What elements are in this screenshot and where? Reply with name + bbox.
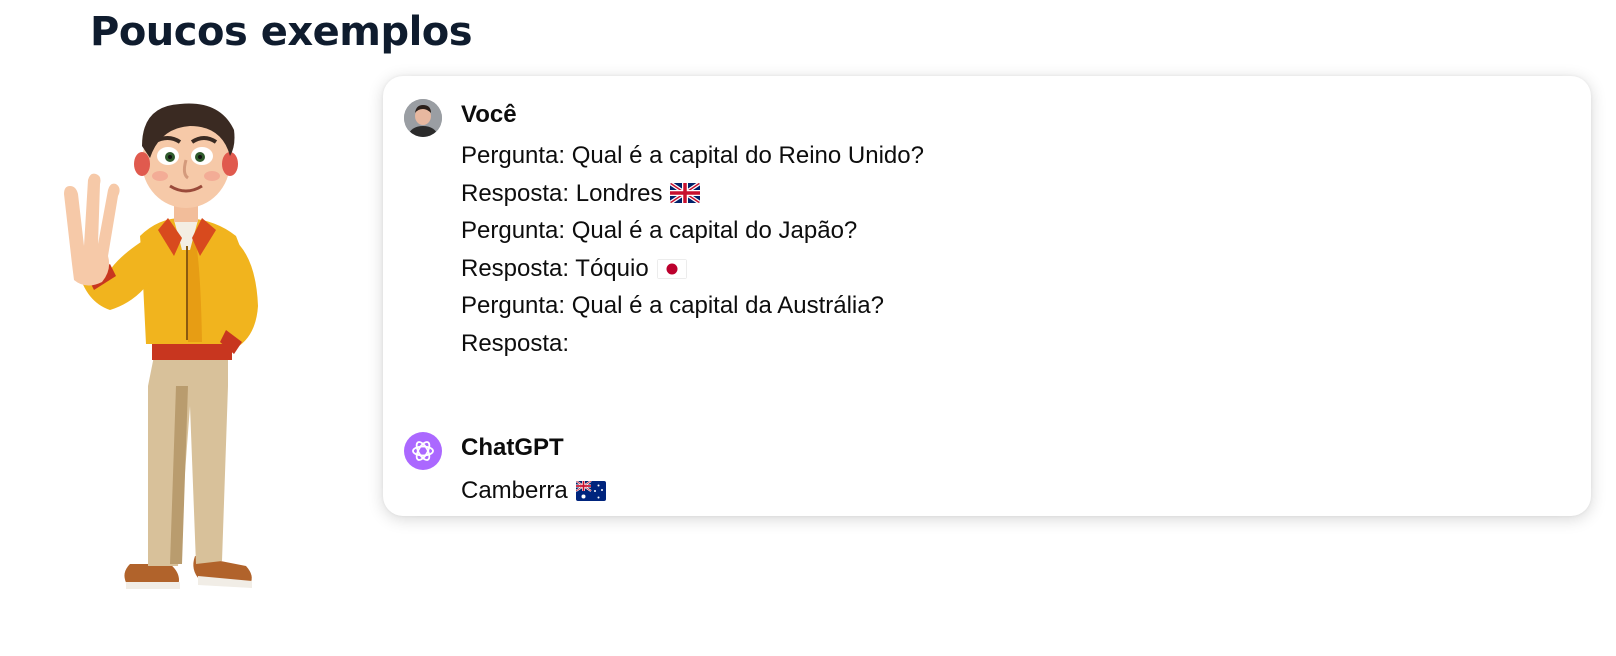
message-line: Pergunta: Qual é a capital da Austrália? — [461, 287, 924, 325]
message-line-text: Pergunta: Qual é a capital do Japão? — [461, 217, 858, 245]
message-line: Pergunta: Qual é a capital do Japão? — [461, 212, 924, 250]
japan-flag-icon — [656, 258, 687, 279]
message-line-text: Pergunta: Qual é a capital da Austrália? — [461, 292, 884, 320]
assistant-message: Camberra — [461, 474, 606, 508]
openai-logo-icon — [412, 441, 434, 461]
user-author-name: Você — [461, 101, 517, 128]
australia-flag-icon — [575, 481, 606, 501]
chatgpt-author-name: ChatGPT — [461, 434, 564, 461]
user-avatar-icon — [404, 99, 442, 137]
message-line-text: Resposta: Tóquio — [461, 254, 649, 282]
chatgpt-avatar — [404, 432, 442, 470]
user-avatar — [404, 99, 442, 137]
user-message: Pergunta: Qual é a capital do Reino Unid… — [461, 137, 924, 363]
message-line: Resposta: Londres — [461, 175, 924, 213]
assistant-reply-text: Camberra — [461, 477, 568, 504]
message-line: Resposta: — [461, 325, 924, 363]
message-line-text: Pergunta: Qual é a capital do Reino Unid… — [461, 142, 924, 169]
message-line-text: Resposta: Londres — [461, 179, 663, 207]
page-title: Poucos exemplos — [90, 9, 473, 55]
message-line: Pergunta: Qual é a capital do Reino Unid… — [461, 137, 924, 175]
message-line-text: Resposta: — [461, 329, 570, 357]
chat-card: Você Pergunta: Qual é a capital do Reino… — [383, 76, 1591, 516]
uk-flag-icon — [670, 183, 701, 204]
character-illustration — [64, 103, 258, 589]
message-line: Resposta: Tóquio — [461, 250, 924, 288]
